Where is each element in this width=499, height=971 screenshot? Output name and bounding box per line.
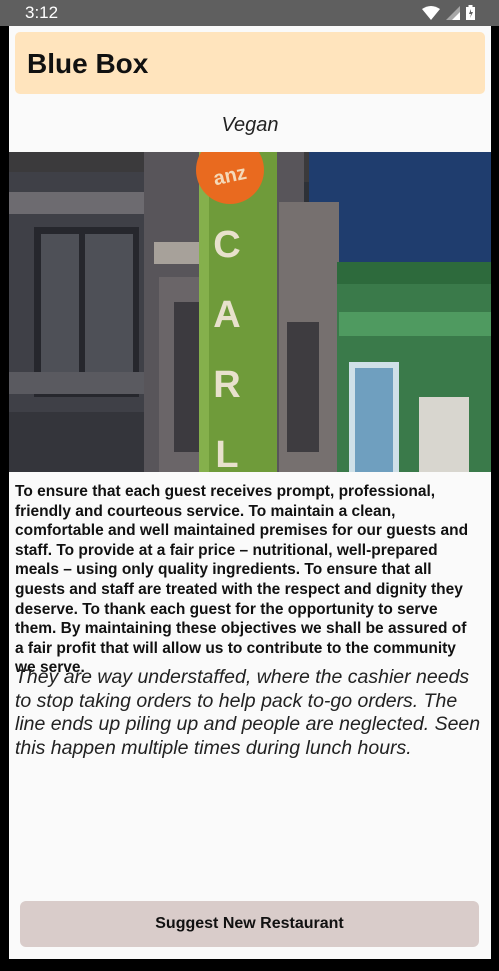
restaurant-mission: To ensure that each guest receives promp… — [15, 483, 469, 677]
restaurant-name: Blue Box — [27, 48, 149, 79]
restaurant-photo: anz C A R L — [9, 152, 491, 472]
battery-icon — [466, 5, 475, 20]
restaurant-review: They are way understaffed, where the cas… — [15, 666, 481, 759]
suggest-new-restaurant-button[interactable]: Suggest New Restaurant — [20, 901, 479, 947]
title-card: Blue Box — [15, 32, 485, 94]
sign-letter: C — [213, 224, 240, 266]
sign-letter: L — [215, 434, 238, 472]
status-icons — [422, 5, 475, 20]
wifi-icon — [422, 5, 440, 20]
status-time: 3:12 — [25, 3, 59, 22]
sign-letter: A — [213, 294, 240, 336]
signal-icon — [446, 5, 460, 20]
restaurant-category: Vegan — [221, 114, 279, 136]
restaurant-detail-screen: Blue Box Vegan anz C A R L To ensure tha… — [9, 26, 491, 959]
status-bar: 3:12 — [0, 0, 499, 26]
sign-letter: R — [213, 364, 240, 406]
